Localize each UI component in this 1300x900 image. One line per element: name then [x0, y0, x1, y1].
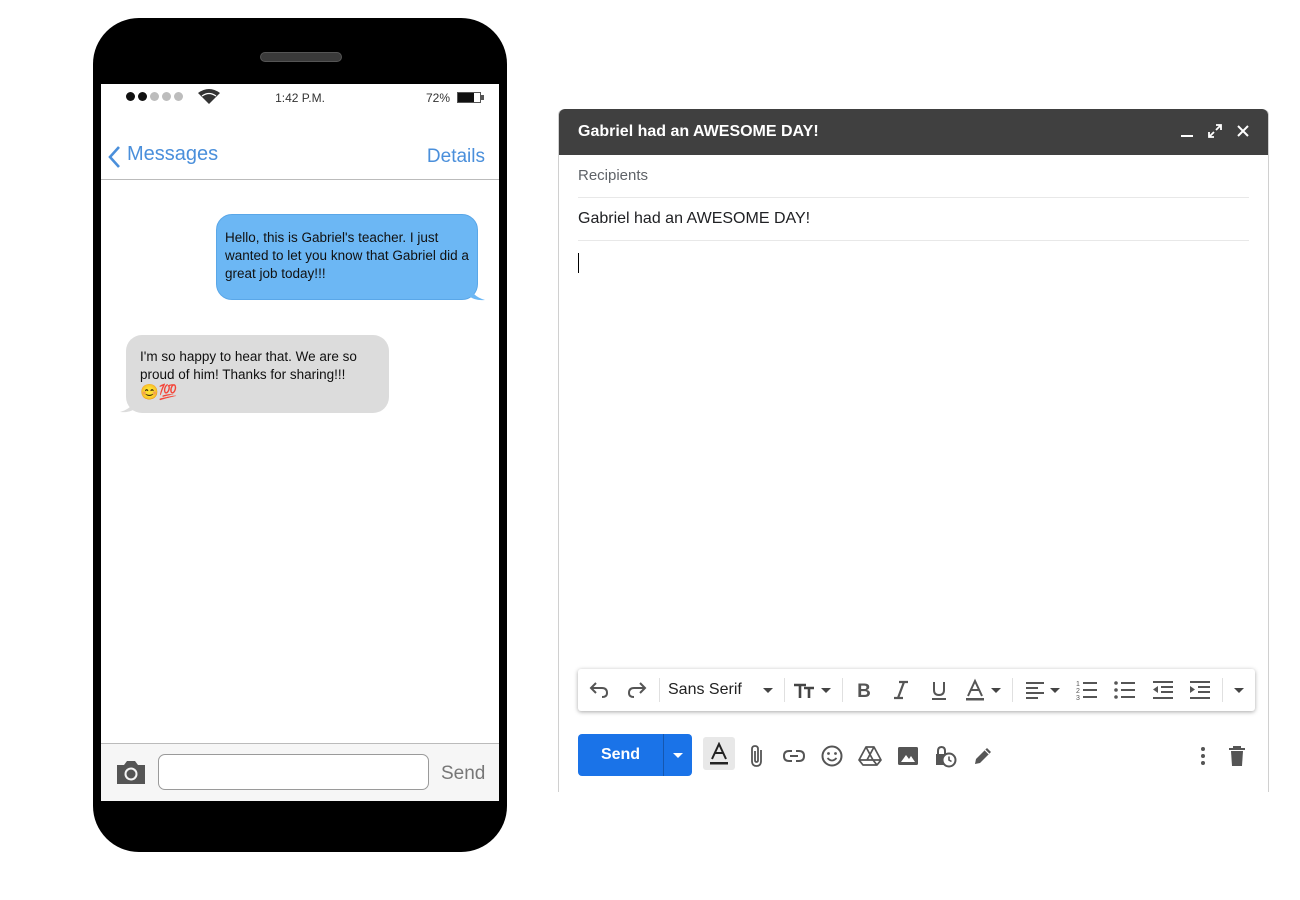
more-options-icon[interactable] — [1191, 744, 1215, 768]
signature-icon[interactable] — [971, 744, 995, 768]
incoming-message-emoji: 😊💯 — [140, 384, 178, 401]
link-icon[interactable] — [782, 744, 806, 768]
more-formatting-icon[interactable] — [1231, 678, 1247, 702]
phone-send-button[interactable]: Send — [441, 763, 485, 785]
formatting-toolbar: Sans Serif B 1 2 3 — [578, 669, 1255, 711]
redo-icon[interactable] — [625, 678, 649, 702]
photo-icon[interactable] — [896, 744, 920, 768]
attach-icon[interactable] — [745, 744, 769, 768]
text-caret — [578, 253, 579, 273]
italic-icon[interactable] — [889, 678, 913, 702]
close-icon[interactable] — [1234, 122, 1252, 140]
status-bar: 1:42 P.M. 72% — [101, 84, 499, 110]
outgoing-bubble-tail — [469, 284, 485, 301]
toolbar-separator — [659, 678, 660, 702]
toolbar-separator — [1012, 678, 1013, 702]
phone-screen: 1:42 P.M. 72% Messages Details Hello, th… — [101, 84, 499, 801]
schedule-send-dropdown-icon[interactable] — [664, 734, 692, 776]
svg-text:B: B — [857, 681, 871, 702]
font-select-value: Sans Serif — [668, 681, 742, 698]
bold-icon[interactable]: B — [852, 678, 876, 702]
emoji-icon[interactable] — [820, 744, 844, 768]
compose-header: Gabriel had an AWESOME DAY! — [559, 109, 1268, 155]
messages-nav-bar: Messages Details — [101, 110, 499, 180]
formatting-options-button[interactable] — [703, 737, 735, 770]
subject-field[interactable]: Gabriel had an AWESOME DAY! — [578, 198, 1249, 241]
bulleted-list-icon[interactable] — [1113, 678, 1137, 702]
undo-icon[interactable] — [587, 678, 611, 702]
incoming-message-text: I'm so happy to hear that. We are so pro… — [140, 349, 357, 382]
confidential-mode-icon[interactable] — [933, 744, 957, 768]
expand-icon[interactable] — [1206, 122, 1224, 140]
send-button-group: Send — [578, 734, 692, 776]
svg-text:2: 2 — [1076, 688, 1080, 695]
formatting-options-icon — [710, 742, 728, 765]
outgoing-message-bubble: Hello, this is Gabriel's teacher. I just… — [216, 214, 478, 300]
outgoing-message-text: Hello, this is Gabriel's teacher. I just… — [225, 230, 469, 281]
delete-icon[interactable] — [1225, 744, 1249, 768]
toolbar-separator — [784, 678, 785, 702]
incoming-bubble-tail — [120, 396, 136, 413]
back-to-messages-link[interactable]: Messages — [127, 143, 218, 166]
svg-text:1: 1 — [1076, 681, 1080, 688]
align-icon[interactable] — [1023, 678, 1063, 702]
font-select[interactable]: Sans Serif — [668, 681, 742, 699]
underline-icon[interactable] — [927, 678, 951, 702]
numbered-list-icon[interactable]: 1 2 3 — [1075, 678, 1099, 702]
send-button[interactable]: Send — [578, 734, 663, 776]
minimize-icon[interactable] — [1178, 122, 1196, 140]
phone-frame: 1:42 P.M. 72% Messages Details Hello, th… — [93, 18, 507, 852]
text-color-icon[interactable] — [964, 678, 1004, 702]
camera-icon[interactable] — [115, 758, 147, 786]
recipients-field[interactable]: Recipients — [578, 155, 1249, 198]
message-body[interactable] — [578, 249, 1249, 649]
chevron-left-icon[interactable] — [107, 145, 121, 169]
svg-text:3: 3 — [1076, 695, 1080, 702]
indent-more-icon[interactable] — [1188, 678, 1212, 702]
toolbar-separator — [1222, 678, 1223, 702]
chevron-down-icon[interactable] — [762, 678, 774, 702]
drive-icon[interactable] — [858, 744, 882, 768]
phone-speaker — [260, 52, 342, 62]
details-link[interactable]: Details — [427, 146, 485, 168]
toolbar-separator — [842, 678, 843, 702]
message-input[interactable] — [158, 754, 429, 790]
battery-icon — [457, 92, 484, 103]
message-input-bar: Send — [101, 743, 499, 801]
battery-percentage: 72% — [426, 91, 451, 105]
text-size-icon[interactable] — [792, 678, 834, 702]
compose-title: Gabriel had an AWESOME DAY! — [578, 123, 819, 140]
compose-window: Gabriel had an AWESOME DAY! Recipients G… — [558, 109, 1269, 792]
indent-less-icon[interactable] — [1151, 678, 1175, 702]
incoming-message-bubble: I'm so happy to hear that. We are so pro… — [126, 335, 389, 413]
